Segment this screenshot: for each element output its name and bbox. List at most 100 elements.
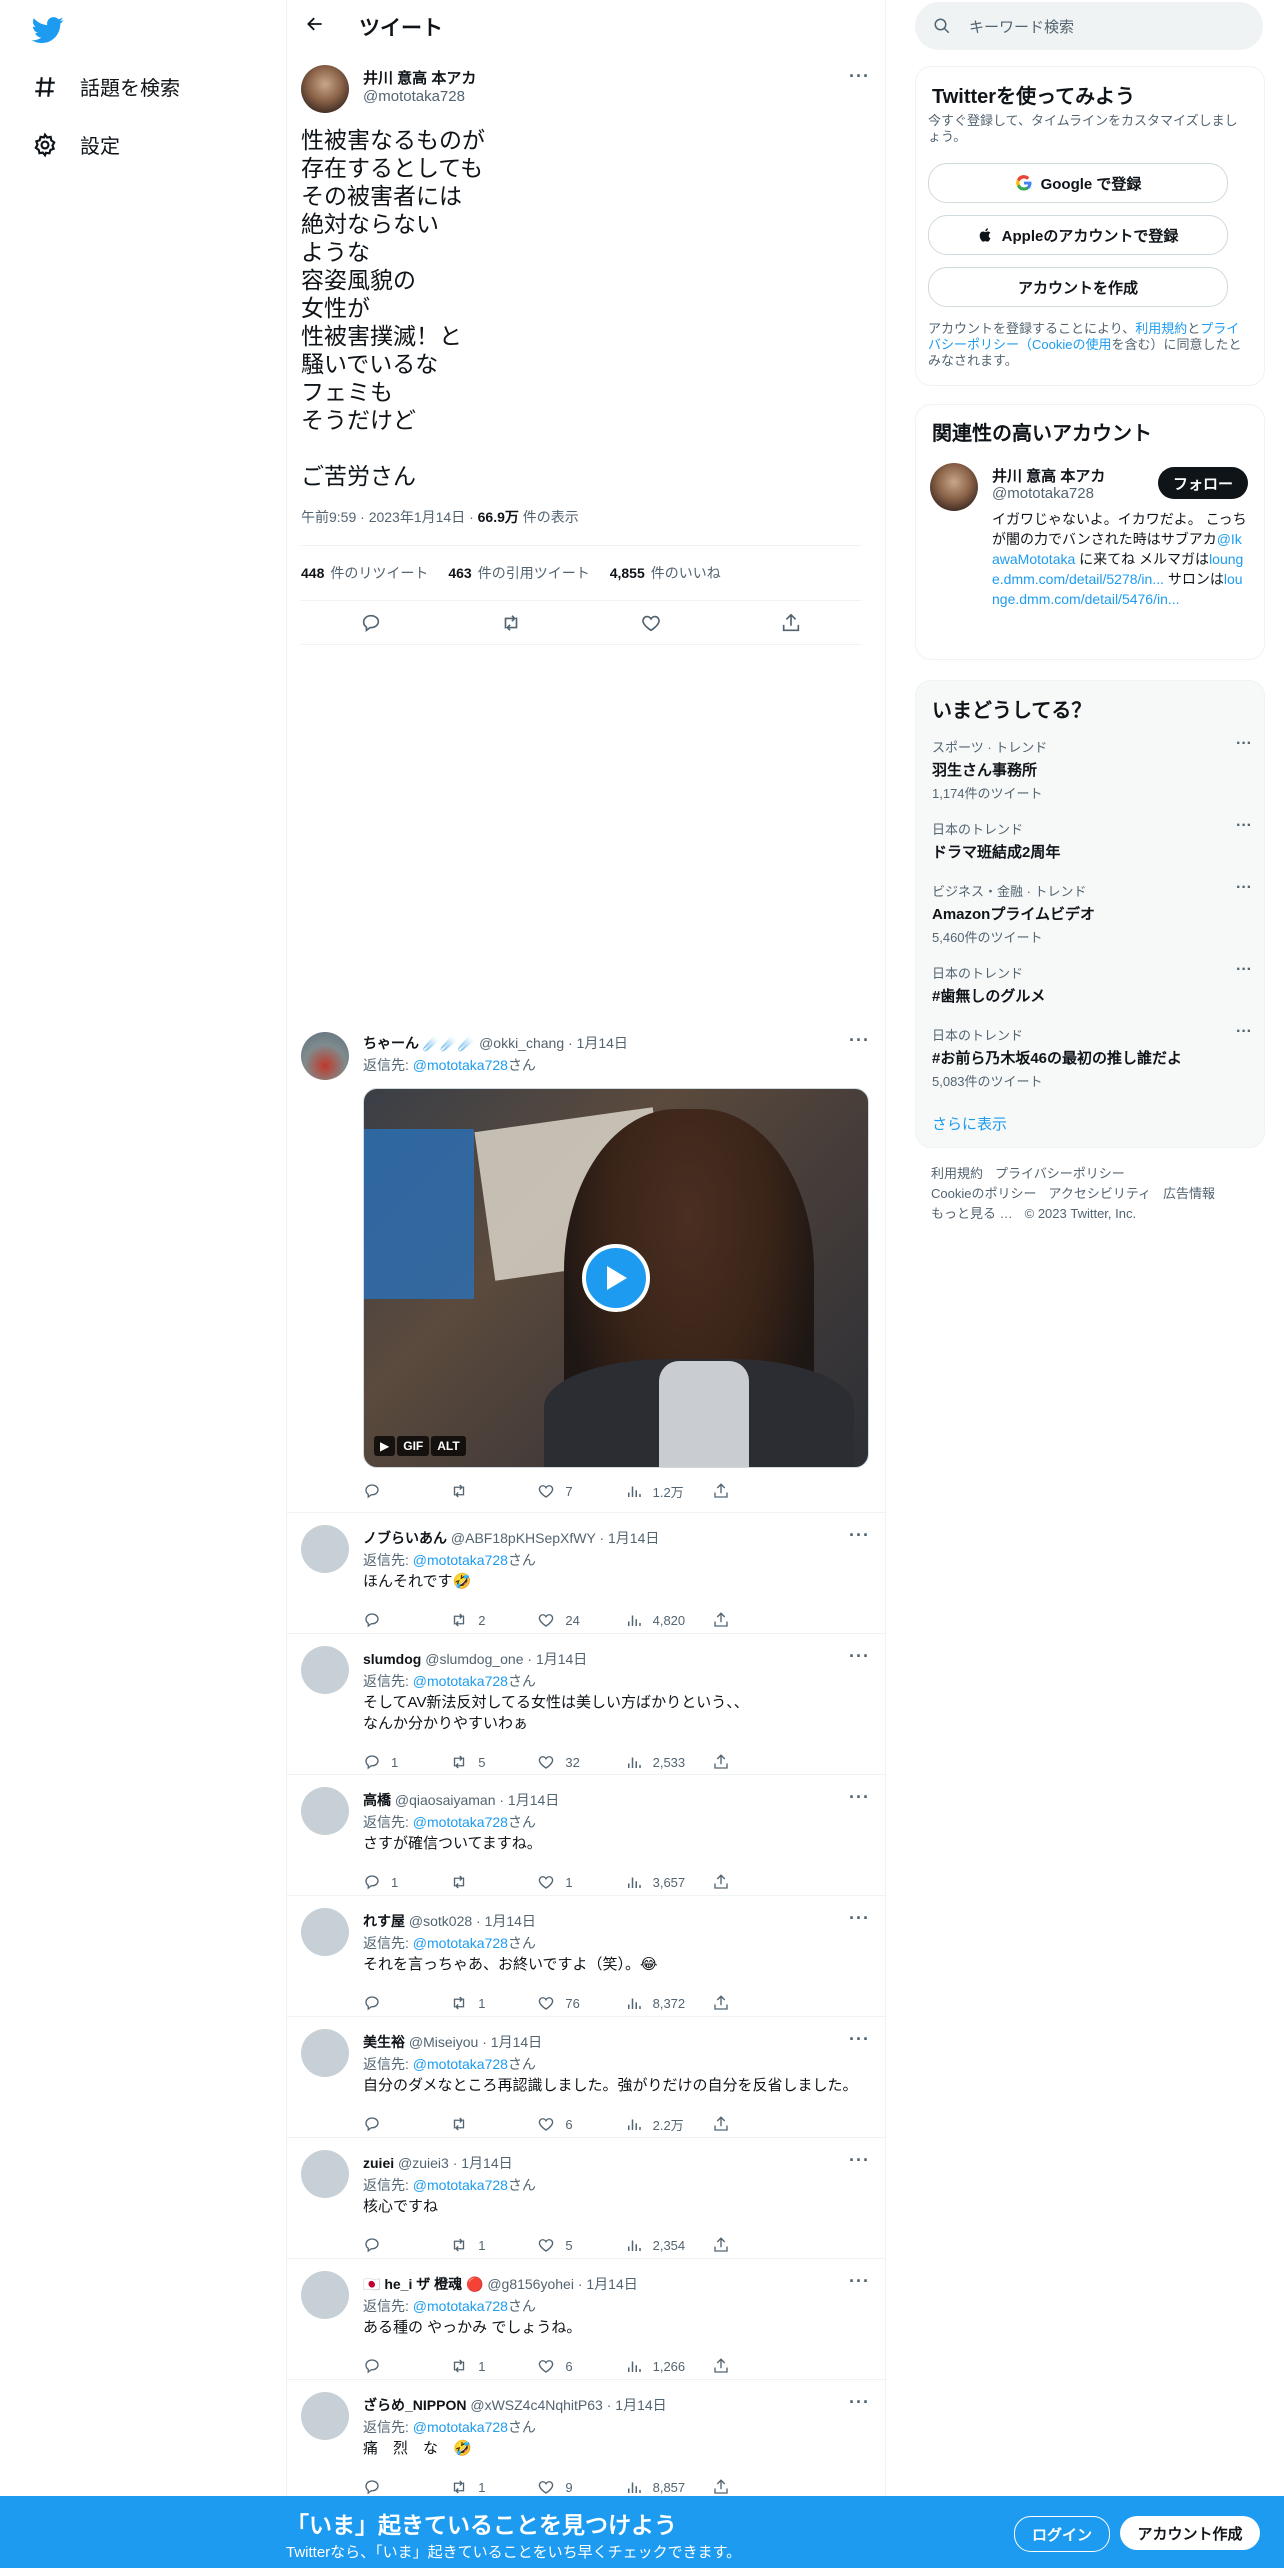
more-icon[interactable]: ··· — [849, 1525, 870, 1546]
reply-author-name[interactable]: ノブらいあん — [363, 1530, 447, 1546]
reply-author-name[interactable]: 高橋 — [363, 1792, 391, 1808]
like-button[interactable]: 6 — [537, 2115, 624, 2133]
reply-tweet[interactable]: れす屋 @sotk028 · 1月14日 ··· 返信先: @mototaka728… — [287, 1896, 885, 2017]
avatar[interactable] — [301, 1908, 349, 1956]
share-icon[interactable] — [780, 612, 802, 634]
more-icon[interactable]: ··· — [1236, 1023, 1252, 1041]
like-button[interactable]: 9 — [537, 2478, 624, 2496]
reply-author-name[interactable]: 美生裕 — [363, 2034, 405, 2050]
reply-icon[interactable] — [360, 612, 382, 634]
footer-link[interactable]: Cookieのポリシー — [931, 1186, 1036, 1201]
share-button[interactable] — [712, 2236, 799, 2254]
apple-signup-button[interactable]: Appleのアカウントで登録 — [928, 215, 1228, 255]
reply-tweet[interactable]: slumdog @slumdog_one · 1月14日 ··· 返信先: @mot… — [287, 1634, 885, 1775]
like-button[interactable]: 5 — [537, 2236, 624, 2254]
reply-to-link[interactable]: @mototaka728 — [413, 1057, 508, 1073]
reply-to-link[interactable]: @mototaka728 — [413, 1935, 508, 1951]
nav-explore[interactable]: 話題を検索 — [32, 72, 180, 101]
play-small-icon[interactable]: ▶ — [374, 1436, 396, 1456]
more-icon[interactable]: ··· — [1236, 961, 1252, 979]
like-button[interactable]: 32 — [537, 1753, 624, 1771]
views-button[interactable]: 1.2万 — [625, 1482, 712, 1501]
retweets-stat[interactable]: 448 件のリツイート — [301, 563, 428, 583]
reply-to-link[interactable]: @mototaka728 — [413, 1814, 508, 1830]
reply-to-link[interactable]: @mototaka728 — [413, 2177, 508, 2193]
retweet-button[interactable]: 1 — [450, 2357, 537, 2375]
create-account-button[interactable]: アカウントを作成 — [928, 267, 1228, 307]
like-button[interactable]: 76 — [537, 1994, 624, 2012]
trend-item[interactable]: スポーツ · トレンド 羽生さん事務所 1,174件のツイート ··· — [932, 735, 1252, 802]
trend-item[interactable]: 日本のトレンド #お前ら乃木坂46の最初の推し誰だよ 5,083件のツイート ··· — [932, 1023, 1252, 1090]
tweet-time[interactable]: 午前9:59 · 2023年1月14日 · — [301, 509, 478, 525]
views-button[interactable]: 8,372 — [625, 1994, 712, 2012]
reply-meta[interactable]: @slumdog_one · 1月14日 — [421, 1651, 587, 1667]
play-icon[interactable] — [582, 1244, 650, 1312]
avatar[interactable] — [301, 2392, 349, 2440]
avatar[interactable] — [301, 2029, 349, 2077]
reply-button[interactable]: 1 — [363, 1753, 450, 1771]
reply-button[interactable] — [363, 2478, 450, 2496]
author-name[interactable]: 井川 意高 本アカ — [363, 67, 476, 88]
reply-author-name[interactable]: zuiei — [363, 2155, 394, 2171]
views-button[interactable]: 2.2万 — [625, 2115, 712, 2134]
share-button[interactable] — [712, 1753, 799, 1771]
reply-author-name[interactable]: ちゃーん — [363, 1035, 419, 1051]
share-button[interactable] — [712, 1873, 799, 1891]
share-button[interactable] — [712, 2478, 799, 2496]
follow-button[interactable]: フォロー — [1158, 467, 1248, 499]
likes-stat[interactable]: 4,855 件のいいね — [610, 563, 721, 583]
more-icon[interactable]: ··· — [1236, 879, 1252, 897]
views-button[interactable]: 2,354 — [625, 2236, 712, 2254]
cookie-link[interactable]: Cookieの使用 — [1032, 337, 1111, 352]
avatar[interactable] — [301, 1525, 349, 1573]
reply-meta[interactable]: @zuiei3 · 1月14日 — [394, 2155, 513, 2171]
share-button[interactable] — [712, 1994, 799, 2012]
reply-meta[interactable]: @Miseiyou · 1月14日 — [405, 2034, 542, 2050]
more-icon[interactable]: ··· — [849, 1787, 870, 1808]
avatar[interactable] — [301, 2271, 349, 2319]
reply-to-link[interactable]: @mototaka728 — [413, 2298, 508, 2314]
reply-meta[interactable]: @qiaosaiyaman · 1月14日 — [391, 1792, 559, 1808]
reply-button[interactable] — [363, 1611, 450, 1629]
nav-settings[interactable]: 設定 — [32, 130, 120, 159]
views-button[interactable]: 3,657 — [625, 1873, 712, 1891]
avatar[interactable] — [930, 463, 978, 511]
footer-link[interactable]: アクセシビリティ — [1048, 1186, 1151, 1201]
back-arrow-icon[interactable] — [305, 14, 331, 40]
author-handle[interactable]: @mototaka728 — [363, 88, 465, 105]
reply-author-name[interactable]: ざらめ_NIPPON — [363, 2397, 466, 2413]
footer-link[interactable]: もっと見る … — [931, 1206, 1013, 1221]
avatar[interactable] — [301, 1646, 349, 1694]
footer-link[interactable]: 利用規約 — [931, 1166, 983, 1181]
share-button[interactable] — [712, 1482, 799, 1500]
avatar[interactable] — [301, 2150, 349, 2198]
retweet-button[interactable] — [450, 1873, 537, 1891]
views-button[interactable]: 8,857 — [625, 2478, 712, 2496]
show-more-link[interactable]: さらに表示 — [932, 1113, 1007, 1134]
avatar[interactable] — [301, 65, 349, 113]
gif-video[interactable]: ▶ GIF ALT — [363, 1088, 869, 1468]
like-button[interactable]: 6 — [537, 2357, 624, 2375]
more-icon[interactable]: ··· — [1236, 735, 1252, 753]
reply-to-link[interactable]: @mototaka728 — [413, 2056, 508, 2072]
reply-tweet[interactable]: ちゃーん ☄️☄️☄️ @okki_chang · 1月14日 ··· 返信先:… — [287, 1018, 885, 1513]
more-icon[interactable]: ··· — [849, 2392, 870, 2413]
reply-button[interactable]: 1 — [363, 1873, 450, 1891]
reply-meta[interactable]: @sotk028 · 1月14日 — [405, 1913, 536, 1929]
retweet-button[interactable] — [450, 2115, 537, 2133]
reply-to-link[interactable]: @mototaka728 — [413, 1673, 508, 1689]
search-box[interactable]: キーワード検索 — [915, 2, 1263, 50]
reply-tweet[interactable]: 🇯🇵 he_i ザ 橙魂 🔴 @g8156yohei · 1月14日 ··· 返信先… — [287, 2259, 885, 2380]
reply-author-name[interactable]: 🇯🇵 he_i ザ 橙魂 🔴 — [363, 2276, 483, 2292]
more-icon[interactable]: ··· — [849, 1908, 870, 1929]
reply-tweet[interactable]: 高橋 @qiaosaiyaman · 1月14日 ··· 返信先: @mototak… — [287, 1775, 885, 1896]
more-icon[interactable]: ··· — [849, 1646, 870, 1667]
trend-item[interactable]: ビジネス・金融 · トレンド Amazonプライムビデオ 5,460件のツイート ··… — [932, 879, 1252, 946]
retweet-button[interactable]: 2 — [450, 1611, 537, 1629]
search-input[interactable]: キーワード検索 — [969, 16, 1074, 37]
reply-to-link[interactable]: @mototaka728 — [413, 2419, 508, 2435]
like-button[interactable]: 1 — [537, 1873, 624, 1891]
like-button[interactable]: 7 — [537, 1482, 624, 1500]
footer-link[interactable]: 広告情報 — [1163, 1186, 1215, 1201]
retweet-button[interactable]: 5 — [450, 1753, 537, 1771]
